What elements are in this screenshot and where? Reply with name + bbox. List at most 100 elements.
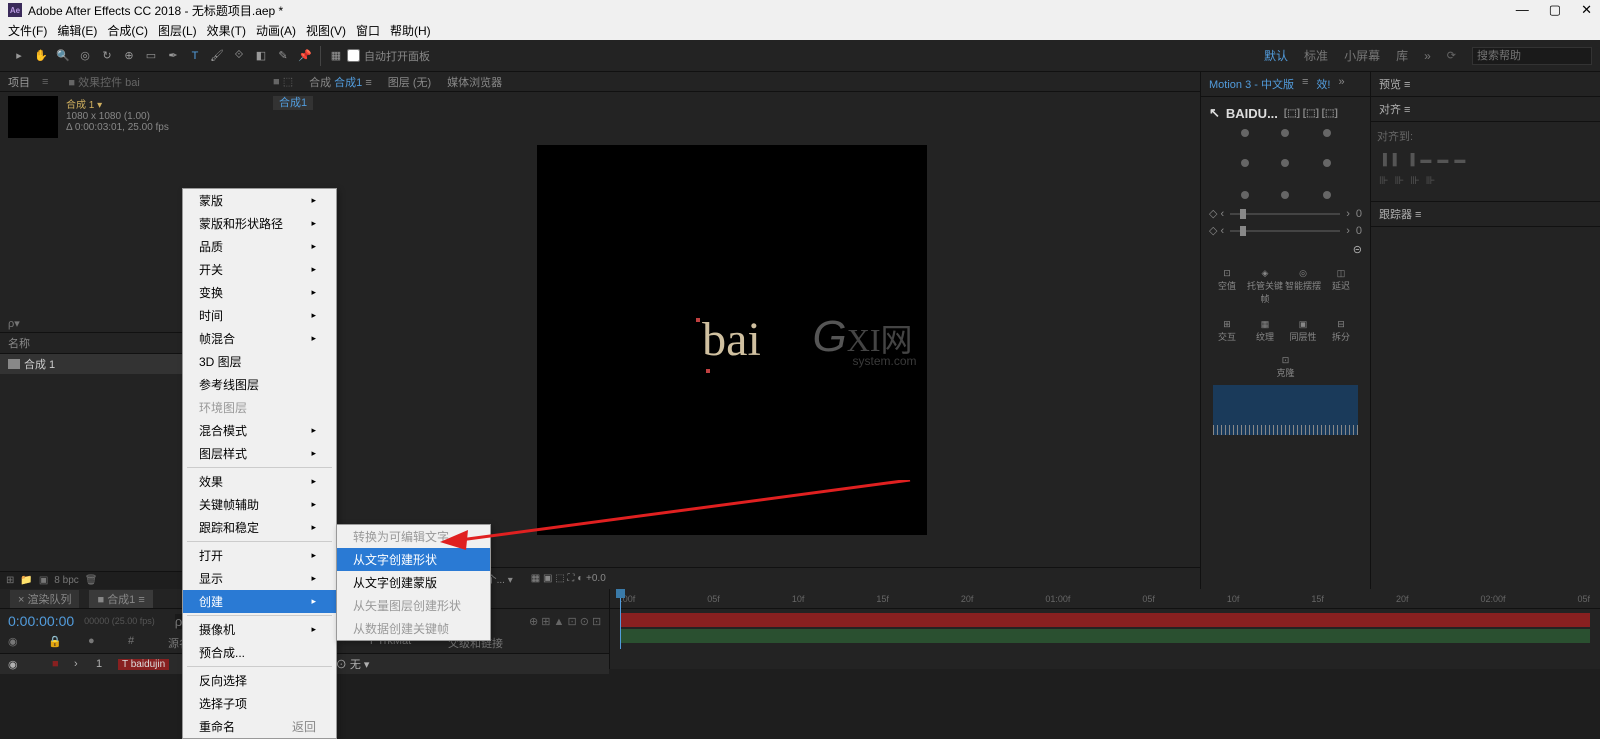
workspace-library[interactable]: 库 xyxy=(1396,47,1408,64)
close-button[interactable]: ✕ xyxy=(1581,2,1592,18)
menu-view[interactable]: 视图(V) xyxy=(306,22,346,39)
new-comp-icon[interactable]: ▣ xyxy=(39,575,48,586)
comp-thumbnail[interactable] xyxy=(8,96,58,138)
ctx-select-children[interactable]: 选择子项 xyxy=(183,692,336,715)
ctx-precompose[interactable]: 预合成... xyxy=(183,641,336,664)
btn-null[interactable]: ⊡空值 xyxy=(1209,266,1245,307)
workspace-default[interactable]: 默认 xyxy=(1264,47,1288,64)
auto-open-checkbox[interactable] xyxy=(347,49,360,62)
comp-breadcrumb[interactable]: 合成1 xyxy=(273,96,313,110)
rotate-tool[interactable]: ↻ xyxy=(96,45,118,67)
btn-interact[interactable]: ⊞交互 xyxy=(1209,317,1245,345)
tab-composition[interactable]: 合成 合成1 ≡ xyxy=(309,74,372,90)
menu-effect[interactable]: 效果(T) xyxy=(207,22,246,39)
shape-tool[interactable]: ▭ xyxy=(140,45,162,67)
ctx-rename[interactable]: 重命名返回 xyxy=(183,715,336,738)
btn-keyframe[interactable]: ◈托管关键帧 xyxy=(1247,266,1283,307)
current-timecode[interactable]: 0:00:00:00 xyxy=(8,613,74,629)
help-search-input[interactable] xyxy=(1472,47,1592,65)
orbit-tool[interactable]: ◎ xyxy=(74,45,96,67)
ctx-frame-blending[interactable]: 帧混合▸ xyxy=(183,327,336,350)
ctx-quality[interactable]: 品质▸ xyxy=(183,235,336,258)
slider-1[interactable]: ◇ ‹ › 0 xyxy=(1209,207,1362,220)
btn-split[interactable]: ⊟拆分 xyxy=(1323,317,1359,345)
ctx-open[interactable]: 打开▸ xyxy=(183,544,336,567)
time-ruler[interactable]: :00f05f10f 15f20f01:00f 05f10f15f 20f02:… xyxy=(610,589,1600,609)
menu-edit[interactable]: 编辑(E) xyxy=(57,22,97,39)
menu-animation[interactable]: 动画(A) xyxy=(256,22,296,39)
playhead[interactable] xyxy=(620,589,621,649)
panel-toggle[interactable]: ▦ xyxy=(325,45,347,67)
tab-media-browser[interactable]: 媒体浏览器 xyxy=(447,74,502,90)
pen-tool[interactable]: ✒ xyxy=(162,45,184,67)
ctx-layer-styles[interactable]: 图层样式▸ xyxy=(183,442,336,465)
eraser-tool[interactable]: ◧ xyxy=(250,45,272,67)
menu-window[interactable]: 窗口 xyxy=(356,22,380,39)
brush-tool[interactable]: 🖌 xyxy=(206,45,228,67)
ctx-switches[interactable]: 开关▸ xyxy=(183,258,336,281)
align-center-v-icon[interactable]: ▬ xyxy=(1437,154,1448,166)
reset-icon[interactable]: ⊝ xyxy=(1353,244,1362,256)
selection-tool[interactable]: ▸ xyxy=(8,45,30,67)
sub-create-shapes-from-text[interactable]: 从文字创建形状 xyxy=(337,548,490,571)
hand-tool[interactable]: ✋ xyxy=(30,45,52,67)
canvas[interactable]: bai GXI网 system.com xyxy=(537,145,927,535)
btn-smart[interactable]: ◎智能摆摆 xyxy=(1285,266,1321,307)
ctx-mask-shape-path[interactable]: 蒙版和形状路径▸ xyxy=(183,212,336,235)
anchor-grid[interactable] xyxy=(1241,129,1331,199)
ctx-transform[interactable]: 变换▸ xyxy=(183,281,336,304)
ctx-reveal[interactable]: 显示▸ xyxy=(183,567,336,590)
ctx-invert-selection[interactable]: 反向选择 xyxy=(183,669,336,692)
zoom-tool[interactable]: 🔍 xyxy=(52,45,74,67)
btn-same-layer[interactable]: ▣同层性 xyxy=(1285,317,1321,345)
distribute-icon[interactable]: ⊪ xyxy=(1379,174,1389,187)
workspace-small[interactable]: 小屏幕 xyxy=(1344,47,1380,64)
slider-2[interactable]: ◇ ‹ › 0 xyxy=(1209,224,1362,237)
puppet-tool[interactable]: 📌 xyxy=(294,45,316,67)
align-right-icon[interactable]: ▐ xyxy=(1407,154,1415,166)
ctx-keyframe-assist[interactable]: 关键帧辅助▸ xyxy=(183,493,336,516)
tracker-tab[interactable]: 跟踪器 xyxy=(1379,209,1412,221)
align-bottom-icon[interactable]: ▬ xyxy=(1454,154,1465,166)
text-tool[interactable]: T xyxy=(184,45,206,67)
ctx-track-stabilize[interactable]: 跟踪和稳定▸ xyxy=(183,516,336,539)
align-tab[interactable]: 对齐 xyxy=(1379,104,1401,116)
ctx-effect[interactable]: 效果▸ xyxy=(183,470,336,493)
distribute-icon[interactable]: ⊪ xyxy=(1426,174,1436,187)
tab-comp-timeline[interactable]: ■ 合成1 ≡ xyxy=(89,590,152,608)
minimize-button[interactable]: — xyxy=(1516,2,1529,18)
work-area-bar[interactable] xyxy=(620,629,1590,643)
anchor-tool[interactable]: ⊕ xyxy=(118,45,140,67)
sub-create-masks-from-text[interactable]: 从文字创建蒙版 xyxy=(337,571,490,594)
ctx-3d-layer[interactable]: 3D 图层 xyxy=(183,350,336,373)
tab-layer[interactable]: 图层 (无) xyxy=(388,74,431,90)
tab-effect-controls[interactable]: ■ 效果控件 bai xyxy=(60,74,147,90)
align-top-icon[interactable]: ▬ xyxy=(1420,154,1431,166)
menu-layer[interactable]: 图层(L) xyxy=(158,22,197,39)
ctx-time[interactable]: 时间▸ xyxy=(183,304,336,327)
maximize-button[interactable]: ▢ xyxy=(1549,2,1561,18)
bpc-label[interactable]: 8 bpc xyxy=(54,575,78,586)
tab-render-queue[interactable]: × 渲染队列 xyxy=(10,590,79,608)
btn-delay[interactable]: ◫延迟 xyxy=(1323,266,1359,307)
ctx-camera[interactable]: 摄像机▸ xyxy=(183,618,336,641)
ctx-create[interactable]: 创建▸ xyxy=(183,590,336,613)
text-layer-bai[interactable]: bai xyxy=(702,312,761,367)
motion-panel-title[interactable]: Motion 3 - 中文版 xyxy=(1209,76,1294,92)
composition-viewer[interactable]: bai GXI网 system.com xyxy=(263,112,1200,567)
btn-clone[interactable]: ⊡克隆 xyxy=(1268,353,1304,381)
clone-tool[interactable]: ⟐ xyxy=(228,45,250,67)
menu-file[interactable]: 文件(F) xyxy=(8,22,47,39)
ctx-blending-mode[interactable]: 混合模式▸ xyxy=(183,419,336,442)
distribute-icon[interactable]: ⊪ xyxy=(1395,174,1405,187)
effects-tab[interactable]: 效! xyxy=(1316,76,1330,92)
sync-icon[interactable]: ⟳ xyxy=(1447,49,1456,62)
workspace-overflow[interactable]: » xyxy=(1424,49,1431,63)
new-folder-icon[interactable]: 📁 xyxy=(20,575,32,586)
interpret-icon[interactable]: ⊞ xyxy=(6,575,14,586)
workspace-standard[interactable]: 标准 xyxy=(1304,47,1328,64)
ctx-guide-layer[interactable]: 参考线图层 xyxy=(183,373,336,396)
tab-project[interactable]: 项目 xyxy=(0,74,38,90)
layer-bar[interactable] xyxy=(620,613,1590,627)
menu-composition[interactable]: 合成(C) xyxy=(107,22,148,39)
